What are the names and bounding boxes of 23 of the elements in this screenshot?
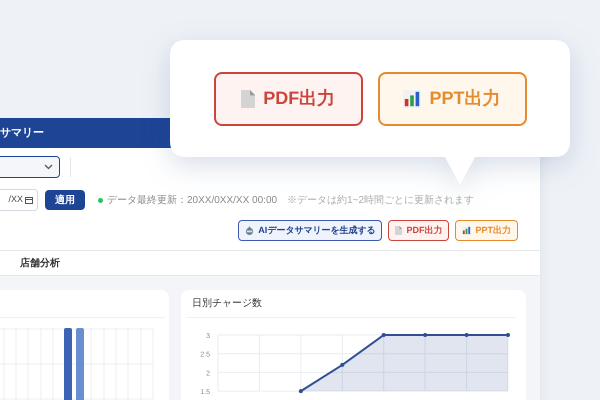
- data-point: [506, 333, 510, 337]
- page-title: サマリー: [0, 126, 44, 141]
- date-field[interactable]: /XX: [0, 189, 38, 211]
- tab[interactable]: 店舗分析: [20, 251, 60, 275]
- data-point: [382, 333, 386, 337]
- calendar-icon: [25, 196, 33, 204]
- document-icon: [395, 226, 402, 235]
- data-point: [423, 333, 428, 337]
- bar-chart-icon: [403, 90, 422, 108]
- apply-button[interactable]: 適用: [45, 190, 85, 210]
- last-updated-text: データ最終更新：20XX/0XX/XX 00:00: [107, 194, 278, 208]
- update-note: ※データは約1~2時間ごとに更新されます: [287, 194, 474, 208]
- export-button[interactable]: PDF出力: [214, 72, 362, 126]
- chart-title: 日別チャージ数: [192, 297, 262, 311]
- document-icon: [240, 90, 256, 108]
- generate-summary-button[interactable]: AIデータサマリーを生成する: [238, 220, 382, 241]
- data-point: [298, 389, 303, 394]
- data-point: [340, 362, 344, 367]
- bar-chart-icon: [462, 226, 472, 235]
- select-field[interactable]: [0, 156, 60, 178]
- data-point: [464, 333, 469, 337]
- chevron-down-icon: [44, 164, 53, 170]
- export-button[interactable]: PDF出力: [388, 220, 450, 241]
